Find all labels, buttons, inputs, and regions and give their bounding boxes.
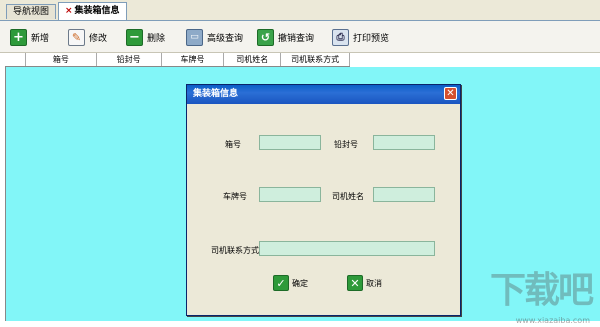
cancel-label: 取消 [366,278,382,288]
delete-label: 删除 [147,33,166,44]
tab-container-info[interactable]: × 集装箱信息 [58,2,127,20]
ok-button[interactable]: ✓ 确定 [273,275,308,291]
print-preview-button[interactable]: ⎙ 打印预览 [332,27,389,47]
driver-name-field[interactable] [373,187,435,202]
seal-no-label: 铅封号 [334,140,358,149]
minus-icon: − [126,28,143,46]
seal-no-field[interactable] [373,135,435,150]
advanced-query-button[interactable]: ▭ 高级查询 [186,27,243,47]
add-button[interactable]: + 新增 [10,27,49,47]
pencil-icon: ✎ [68,28,85,46]
column-header-driver-name[interactable]: 司机姓名 [224,53,282,66]
delete-button[interactable]: − 删除 [126,27,165,47]
column-header-driver-contact[interactable]: 司机联系方式 [281,53,350,66]
print-preview-icon: ⎙ [332,28,349,46]
toolbar: + 新增 ✎ 修改 − 删除 ▭ 高级查询 ↺ 撤销查询 ⎙ 打印预览 [0,21,600,53]
driver-name-label: 司机姓名 [332,192,364,201]
column-header-box-no[interactable]: 箱号 [26,53,97,66]
grid-header: 箱号 铅封号 车牌号 司机姓名 司机联系方式 [5,53,350,67]
tab-navigation-view[interactable]: 导航视图 [6,4,57,19]
plus-icon: + [10,28,27,46]
column-header-plate-no[interactable]: 车牌号 [162,53,225,66]
tab-strip: 导航视图 × 集装箱信息 [0,0,600,21]
x-mark-icon: ✕ [347,275,363,291]
watermark-logo: 下载吧 [489,270,594,311]
driver-contact-field[interactable] [259,241,435,256]
dialog-titlebar[interactable]: 集装箱信息 ✕ [187,85,460,104]
edit-button[interactable]: ✎ 修改 [68,27,107,47]
column-header-seal-no[interactable]: 铅封号 [97,53,162,66]
undo-query-label: 撤销查询 [278,33,315,44]
checkmark-icon: ✓ [273,275,289,291]
monitor-icon: ▭ [186,28,203,46]
edit-label: 修改 [89,33,108,44]
advanced-query-label: 高级查询 [207,33,244,44]
tab-label: 集装箱信息 [74,6,120,16]
plate-no-field[interactable] [259,187,321,202]
row-header-corner [5,53,26,66]
container-info-dialog: 集装箱信息 ✕ 箱号 铅封号 车牌号 司机姓名 司机联系方式 ✓ 确定 ✕ 取消 [186,84,461,316]
driver-contact-label: 司机联系方式 [211,246,259,255]
ok-label: 确定 [292,278,308,288]
dialog-title: 集装箱信息 [193,89,239,99]
tab-label: 导航视图 [13,7,50,17]
print-preview-label: 打印预览 [353,33,390,44]
box-no-field[interactable] [259,135,321,150]
cancel-button[interactable]: ✕ 取消 [347,275,382,291]
add-label: 新增 [31,33,50,44]
watermark-url: www.xiazaiba.com [515,316,590,325]
close-icon[interactable]: × [65,6,73,16]
plate-no-label: 车牌号 [223,192,247,201]
undo-icon: ↺ [257,28,274,46]
box-no-label: 箱号 [225,140,241,149]
undo-query-button[interactable]: ↺ 撤销查询 [257,27,314,47]
close-icon[interactable]: ✕ [444,87,457,100]
